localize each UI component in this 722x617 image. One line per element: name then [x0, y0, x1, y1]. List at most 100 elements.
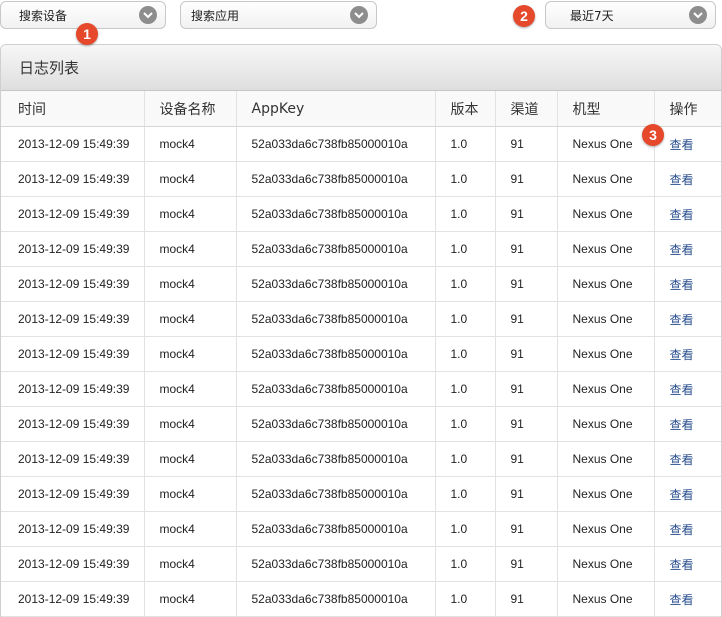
col-appkey-cell: 52a033da6c738fb85000010a — [235, 126, 435, 162]
col-version-cell: 1.0 — [434, 336, 495, 372]
log-list-panel: 日志列表 时间 设备名称 AppKey 版本 渠道 机型 操作 2013-12-09 15:… — [0, 44, 722, 617]
col-model-cell: Nexus One — [556, 371, 654, 407]
col-channel-cell: 91 — [494, 581, 557, 617]
col-channel-cell: 91 — [494, 126, 557, 162]
col-model-cell: Nexus One — [556, 301, 654, 337]
col-version-header: 版本 — [434, 91, 495, 127]
view-link[interactable]: 查看 — [653, 581, 721, 617]
col-model-cell: Nexus One — [556, 406, 654, 442]
col-version-cell: 1.0 — [434, 441, 495, 477]
col-model-cell: Nexus One — [556, 126, 654, 162]
col-channel-cell: 91 — [494, 231, 557, 267]
col-version-cell: 1.0 — [434, 196, 495, 232]
col-time-cell: 2013-12-09 15:49:39 — [1, 336, 144, 372]
col-version-cell: 1.0 — [434, 126, 495, 162]
view-link[interactable]: 查看 — [653, 231, 721, 267]
col-time-cell: 2013-12-09 15:49:39 — [1, 476, 144, 512]
col-device-name-cell: mock4 — [143, 301, 236, 337]
col-channel-header: 渠道 — [494, 91, 557, 127]
view-link[interactable]: 查看 — [653, 511, 721, 547]
app-search-dropdown[interactable]: 搜索应用 — [180, 1, 377, 29]
col-channel-cell: 91 — [494, 336, 557, 372]
col-time-cell: 2013-12-09 15:49:39 — [1, 161, 144, 197]
col-model-cell: Nexus One — [556, 511, 654, 547]
log-table: 时间 设备名称 AppKey 版本 渠道 机型 操作 2013-12-09 15:49:39… — [1, 91, 721, 617]
col-device-name-cell: mock4 — [143, 581, 236, 617]
time-range-dropdown[interactable]: 最近7天 — [545, 1, 716, 29]
col-appkey-cell: 52a033da6c738fb85000010a — [235, 266, 435, 302]
view-link[interactable]: 查看 — [653, 266, 721, 302]
view-link[interactable]: 查看 — [653, 371, 721, 407]
view-link[interactable]: 查看 — [653, 196, 721, 232]
time-range-label: 最近7天 — [570, 8, 614, 23]
view-link[interactable]: 查看 — [653, 546, 721, 582]
col-device-name-cell: mock4 — [143, 126, 236, 162]
table-row: 2013-12-09 15:49:39 mock4 52a033da6c738fb8… — [1, 476, 721, 512]
col-time-cell: 2013-12-09 15:49:39 — [1, 406, 144, 442]
col-model-cell: Nexus One — [556, 161, 654, 197]
col-model-cell: Nexus One — [556, 336, 654, 372]
table-row: 2013-12-09 15:49:39 mock4 52a033da6c738fb8… — [1, 126, 721, 162]
view-link[interactable]: 查看 — [653, 301, 721, 337]
col-appkey-cell: 52a033da6c738fb85000010a — [235, 336, 435, 372]
col-model-header: 机型 — [556, 91, 654, 127]
table-row: 2013-12-09 15:49:39 mock4 52a033da6c738fb8… — [1, 231, 721, 267]
col-device-name-cell: mock4 — [143, 266, 236, 302]
col-channel-cell: 91 — [494, 266, 557, 302]
col-model-cell: Nexus One — [556, 546, 654, 582]
view-link[interactable]: 查看 — [653, 126, 721, 162]
view-link[interactable]: 查看 — [653, 336, 721, 372]
table-row: 2013-12-09 15:49:39 mock4 52a033da6c738fb8… — [1, 406, 721, 442]
table-row: 2013-12-09 15:49:39 mock4 52a033da6c738fb8… — [1, 336, 721, 372]
col-device-name-cell: mock4 — [143, 231, 236, 267]
col-appkey-cell: 52a033da6c738fb85000010a — [235, 371, 435, 407]
col-time-cell: 2013-12-09 15:49:39 — [1, 511, 144, 547]
col-model-cell: Nexus One — [556, 231, 654, 267]
col-version-cell: 1.0 — [434, 476, 495, 512]
col-device-name-cell: mock4 — [143, 441, 236, 477]
col-time-cell: 2013-12-09 15:49:39 — [1, 301, 144, 337]
col-model-cell: Nexus One — [556, 581, 654, 617]
col-device-name-cell: mock4 — [143, 511, 236, 547]
table-row: 2013-12-09 15:49:39 mock4 52a033da6c738fb8… — [1, 301, 721, 337]
col-time-cell: 2013-12-09 15:49:39 — [1, 546, 144, 582]
col-appkey-header: AppKey — [235, 91, 435, 127]
col-channel-cell: 91 — [494, 476, 557, 512]
view-link[interactable]: 查看 — [653, 476, 721, 512]
col-device-name-cell: mock4 — [143, 336, 236, 372]
col-model-cell: Nexus One — [556, 266, 654, 302]
col-appkey-cell: 52a033da6c738fb85000010a — [235, 441, 435, 477]
step-badge-1: 1 — [76, 23, 98, 45]
col-version-cell: 1.0 — [434, 511, 495, 547]
col-appkey-cell: 52a033da6c738fb85000010a — [235, 161, 435, 197]
col-appkey-cell: 52a033da6c738fb85000010a — [235, 511, 435, 547]
device-search-label: 搜索设备 — [19, 8, 68, 23]
col-appkey-cell: 52a033da6c738fb85000010a — [235, 476, 435, 512]
view-link[interactable]: 查看 — [653, 161, 721, 197]
col-model-cell: Nexus One — [556, 441, 654, 477]
col-device-name-header: 设备名称 — [143, 91, 236, 127]
col-device-name-cell: mock4 — [143, 161, 236, 197]
col-device-name-cell: mock4 — [143, 196, 236, 232]
col-channel-cell: 91 — [494, 371, 557, 407]
col-version-cell: 1.0 — [434, 231, 495, 267]
table-row: 2013-12-09 15:49:39 mock4 52a033da6c738fb8… — [1, 441, 721, 477]
view-link[interactable]: 查看 — [653, 406, 721, 442]
col-version-cell: 1.0 — [434, 301, 495, 337]
col-appkey-cell: 52a033da6c738fb85000010a — [235, 231, 435, 267]
view-link[interactable]: 查看 — [653, 441, 721, 477]
col-time-cell: 2013-12-09 15:49:39 — [1, 126, 144, 162]
col-appkey-cell: 52a033da6c738fb85000010a — [235, 301, 435, 337]
col-time-cell: 2013-12-09 15:49:39 — [1, 371, 144, 407]
col-channel-cell: 91 — [494, 441, 557, 477]
table-row: 2013-12-09 15:49:39 mock4 52a033da6c738fb8… — [1, 511, 721, 547]
col-time-cell: 2013-12-09 15:49:39 — [1, 266, 144, 302]
col-appkey-cell: 52a033da6c738fb85000010a — [235, 546, 435, 582]
col-model-cell: Nexus One — [556, 196, 654, 232]
app-search-label: 搜索应用 — [191, 8, 240, 23]
col-channel-cell: 91 — [494, 161, 557, 197]
col-time-cell: 2013-12-09 15:49:39 — [1, 196, 144, 232]
col-appkey-cell: 52a033da6c738fb85000010a — [235, 196, 435, 232]
chevron-down-icon — [350, 6, 368, 24]
col-model-cell: Nexus One — [556, 476, 654, 512]
